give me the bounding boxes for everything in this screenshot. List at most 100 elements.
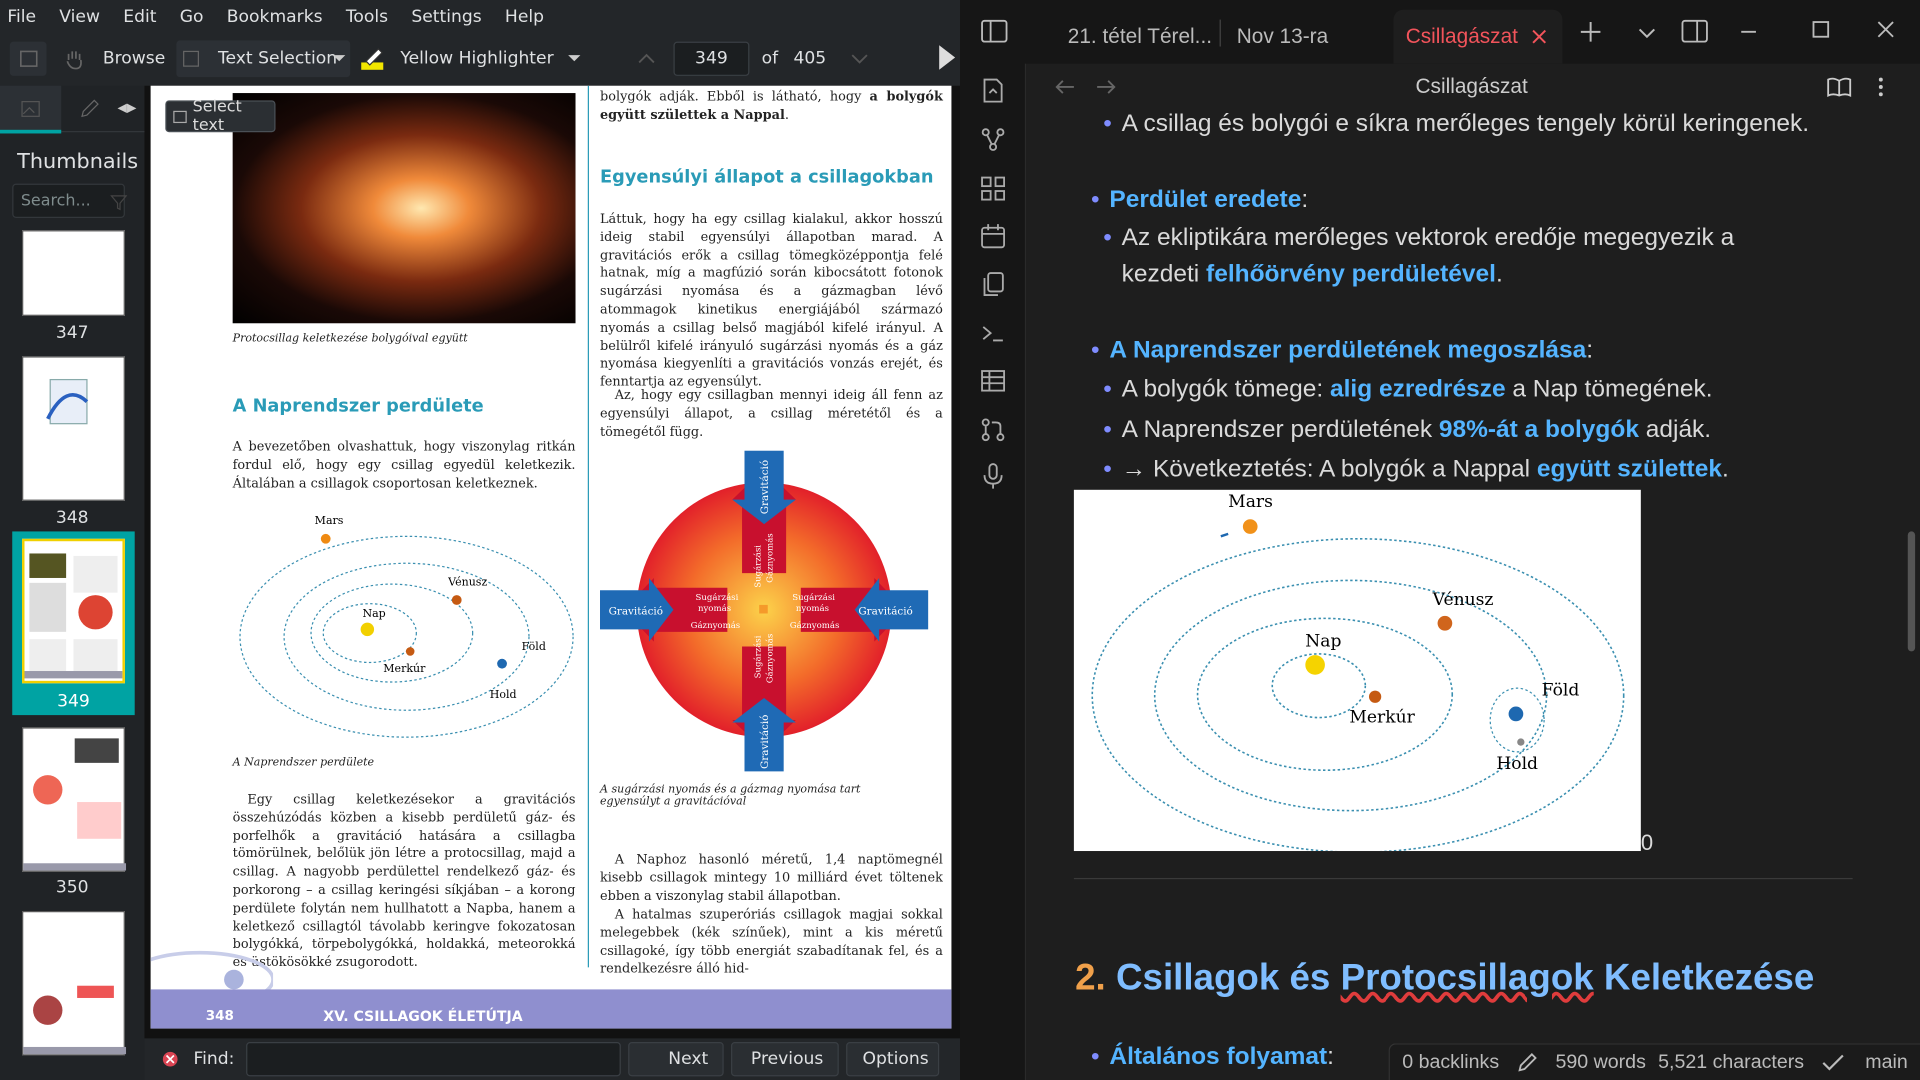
pdf-page-spread: Protocsillag keletkezése bolygóival együ… — [150, 85, 952, 1029]
previous-page-icon[interactable] — [637, 53, 657, 65]
thumbnails-sidebar: ◀▶ Thumbnails Search... 347 348 349 350 — [0, 85, 145, 1080]
planet-label: Merkúr — [383, 662, 426, 675]
menu-go[interactable]: Go — [180, 7, 204, 27]
git-pull-request-icon[interactable] — [978, 415, 1007, 444]
thumbnail-label-347: 347 — [55, 323, 89, 343]
planet-label: Mars — [315, 514, 344, 527]
tab-csillagaszat[interactable]: Csillagászat — [1393, 9, 1563, 64]
pressure-label: Sugárzási — [696, 592, 739, 603]
more-options-icon[interactable] — [1877, 76, 1884, 98]
thumbnail-350[interactable] — [22, 727, 127, 872]
tab-list-chevron-icon[interactable] — [1637, 27, 1657, 39]
close-find-icon[interactable] — [144, 1041, 181, 1078]
obsidian-window: 21. tétel Térel... Nov 13-ra Csillagásza… — [960, 0, 1920, 1080]
page-number-input[interactable]: 349 — [673, 41, 750, 76]
page-preview-graphic — [24, 553, 123, 679]
thumbnail-351[interactable] — [22, 911, 127, 1056]
tooltip-text: Select text — [192, 97, 242, 135]
chevron-down-icon — [333, 55, 346, 62]
scrollbar-thumb[interactable] — [1907, 531, 1916, 652]
menu-edit[interactable]: Edit — [123, 7, 156, 27]
find-next-button[interactable]: Next — [628, 1042, 725, 1077]
checkmark-icon[interactable] — [1821, 1052, 1845, 1072]
filter-icon[interactable] — [110, 193, 128, 211]
pressure-label: nyomás — [796, 603, 829, 614]
canvas-icon[interactable] — [978, 174, 1007, 203]
pressure-label: Sugárzási — [792, 592, 835, 603]
thumbnail-347[interactable] — [22, 230, 125, 316]
thumbnail-349-selected[interactable]: 349 — [12, 531, 135, 716]
note-editor[interactable]: Csillagászat • A csillag és bolygói e sík… — [1027, 64, 1920, 1080]
forward-arrow-icon[interactable] — [1095, 78, 1117, 95]
menu-tools[interactable]: Tools — [346, 7, 388, 27]
equilibrium-diagram: Gravitáció Gravitáció Gravitáció Gravitá… — [600, 450, 929, 772]
menu-file[interactable]: File — [7, 7, 36, 27]
menu-settings[interactable]: Settings — [411, 7, 481, 27]
list-item: • A Naprendszer perdületének 98%-át a bol… — [1103, 416, 1712, 444]
planet-label: Hold — [490, 688, 517, 701]
options-label: Options — [862, 1049, 929, 1069]
sidebar-toggle-icon[interactable] — [980, 18, 1009, 45]
planet-label: Nap — [1305, 632, 1341, 652]
document-icon — [46, 378, 89, 425]
find-previous-button[interactable]: Previous — [731, 1042, 840, 1077]
chevron-down-icon — [568, 55, 581, 62]
menu-bookmarks[interactable]: Bookmarks — [227, 7, 323, 27]
thumbnails-title: Thumbnails — [17, 149, 139, 174]
menu-help[interactable]: Help — [505, 7, 544, 27]
tab-21-tetel[interactable]: 21. tétel Térel... — [1056, 10, 1215, 64]
find-options-button[interactable]: Options — [846, 1042, 940, 1077]
tab-label: Csillagászat — [1405, 24, 1518, 48]
copy-icon[interactable] — [978, 269, 1007, 298]
backlinks-count[interactable]: 0 backlinks — [1402, 1051, 1499, 1073]
graph-view-icon[interactable] — [978, 125, 1007, 154]
highlighter-tool-button[interactable]: Yellow Highlighter — [359, 40, 583, 77]
browse-tool-button[interactable]: Browse — [61, 40, 165, 77]
thumbnail-search-input[interactable]: Search... — [12, 183, 125, 218]
list-item-continued: kezdeti felhőörvény perdületével. — [1121, 260, 1503, 288]
git-branch[interactable]: main — [1865, 1051, 1907, 1073]
force-label: Gravitáció — [759, 460, 771, 514]
text-selection-tool-button[interactable]: Text Selection — [176, 40, 351, 78]
tab-nov-13[interactable]: Nov 13-ra — [1225, 10, 1384, 64]
tab-label: Nov 13-ra — [1236, 24, 1329, 48]
note-title[interactable]: Csillagászat — [1416, 75, 1528, 99]
select-text-tooltip: Select text — [165, 97, 276, 135]
reading-view-icon[interactable] — [1826, 76, 1853, 98]
close-window-icon[interactable] — [1876, 20, 1896, 40]
minimize-icon[interactable] — [1739, 22, 1759, 42]
microphone-icon[interactable] — [978, 462, 1007, 491]
back-arrow-icon[interactable] — [1054, 78, 1076, 95]
thumbnail-349-page — [22, 538, 125, 684]
tab-thumbnails[interactable] — [0, 85, 62, 132]
edit-pencil-icon[interactable] — [1516, 1051, 1540, 1073]
list-item: • Az ekliptikára merőleges vektorok eredő… — [1103, 224, 1735, 252]
menu-view[interactable]: View — [59, 7, 100, 27]
footer-page-number: 348 — [205, 1007, 234, 1024]
thumbnail-348[interactable] — [22, 356, 125, 501]
calendar-icon[interactable] — [978, 222, 1007, 251]
maximize-icon[interactable] — [1811, 20, 1831, 40]
pressure-label: Gáznyomás — [765, 533, 776, 583]
play-icon[interactable] — [937, 44, 957, 71]
list-item: • A bolygók tömege: alig ezredrésze a Nap… — [1103, 375, 1713, 403]
paragraph: A bevezetőben olvashattuk, hogy viszonyl… — [232, 439, 576, 491]
hand-icon — [66, 51, 82, 70]
find-input[interactable] — [246, 1042, 622, 1077]
right-sidebar-toggle-icon[interactable] — [1680, 18, 1709, 45]
section-heading: Egyensúlyi állapot a csillagokban — [600, 167, 934, 188]
planet-label: Merkúr — [1349, 707, 1415, 727]
open-file-icon[interactable] — [978, 76, 1007, 105]
close-icon[interactable] — [1530, 28, 1547, 45]
force-label: Gravitáció — [609, 606, 663, 618]
sidebar-toggle-button[interactable] — [9, 41, 47, 76]
tab-annotations[interactable] — [61, 85, 117, 132]
table-icon[interactable] — [978, 366, 1007, 395]
tabs-scroll-arrows[interactable]: ◀▶ — [118, 102, 137, 115]
new-tab-icon[interactable] — [1580, 21, 1602, 43]
terminal-icon[interactable] — [978, 318, 1007, 347]
paragraph: Láttuk, hogy ha egy csillag kialakul, ak… — [600, 211, 943, 390]
embedded-solar-system-image[interactable]: Mars Vénusz Nap Merkúr Föld Hold — [1073, 489, 1641, 852]
document-view[interactable]: Protocsillag keletkezése bolygóival együ… — [144, 85, 961, 1039]
next-page-icon[interactable] — [850, 53, 870, 65]
